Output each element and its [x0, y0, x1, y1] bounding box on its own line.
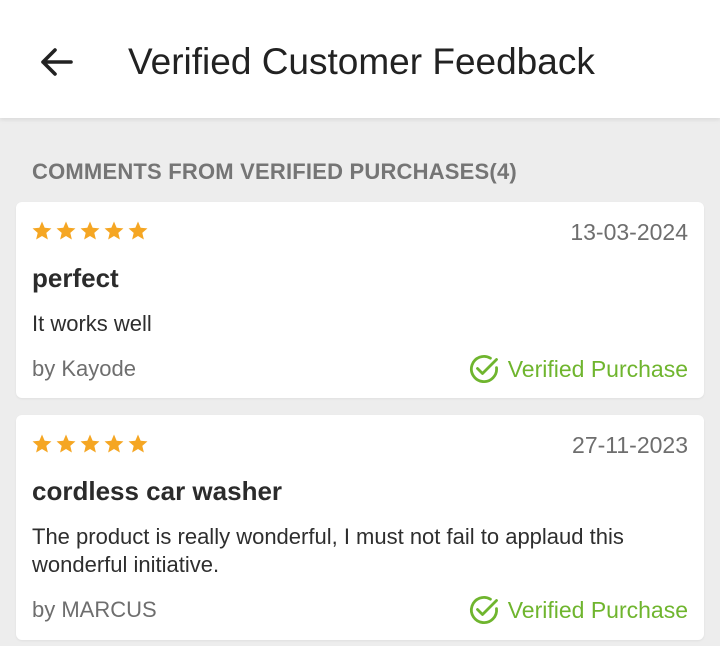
review-card: 13-03-2024 perfect It works well by Kayo…	[16, 202, 704, 398]
star-icon	[31, 220, 53, 242]
star-icon	[127, 433, 149, 455]
review-author: by Kayode	[32, 356, 136, 381]
check-circle-icon	[468, 353, 500, 385]
star-icon	[79, 433, 101, 455]
check-circle-icon	[468, 594, 500, 626]
review-date: 13-03-2024	[570, 219, 688, 245]
back-button[interactable]	[26, 34, 86, 90]
review-date: 27-11-2023	[572, 432, 688, 458]
star-icon	[55, 433, 77, 455]
review-body: The product is really wonderful, I must …	[32, 524, 624, 577]
review-title: perfect	[32, 263, 119, 293]
section-label: COMMENTS FROM VERIFIED PURCHASES(4)	[32, 159, 517, 184]
star-icon	[79, 220, 101, 242]
review-body: It works well	[32, 311, 152, 336]
review-card: 27-11-2023 cordless car washer The produ…	[16, 415, 704, 640]
star-icon	[127, 220, 149, 242]
app-header: Verified Customer Feedback	[0, 0, 720, 118]
star-icon	[103, 433, 125, 455]
star-icon	[55, 220, 77, 242]
page-title: Verified Customer Feedback	[128, 41, 595, 82]
star-rating	[31, 220, 149, 242]
verified-purchase-badge: Verified Purchase	[468, 352, 688, 386]
star-icon	[103, 220, 125, 242]
verified-purchase-label: Verified Purchase	[507, 597, 688, 623]
star-rating	[31, 433, 149, 455]
arrow-left-icon	[38, 46, 74, 78]
review-author: by MARCUS	[32, 597, 157, 622]
verified-purchase-label: Verified Purchase	[507, 356, 688, 382]
star-icon	[31, 433, 53, 455]
verified-purchase-badge: Verified Purchase	[468, 593, 688, 627]
review-title: cordless car washer	[32, 476, 283, 506]
